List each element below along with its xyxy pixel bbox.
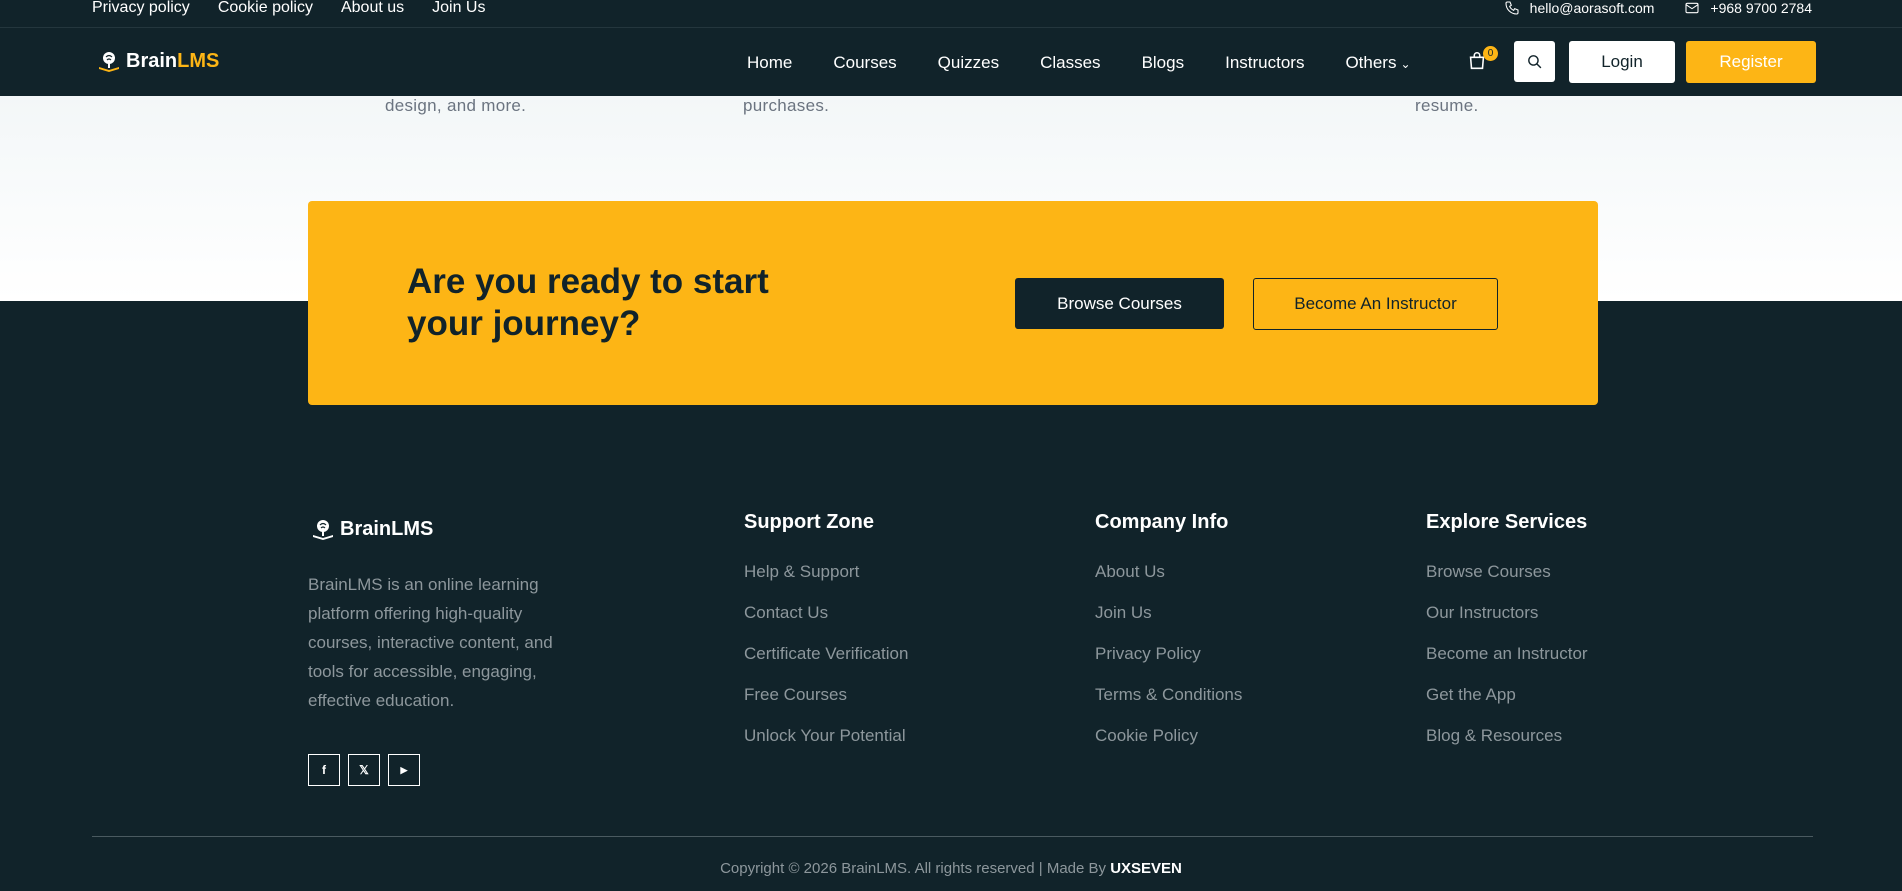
social-links: f 𝕏 ▶ (308, 754, 420, 786)
chevron-down-icon: ⌄ (1400, 57, 1411, 71)
youtube-icon[interactable]: ▶ (388, 754, 420, 786)
top-link-join-us[interactable]: Join Us (432, 0, 485, 16)
contact-phone[interactable]: +968 9700 2784 (1684, 0, 1812, 16)
footer-link[interactable]: Get the App (1426, 685, 1588, 726)
footer-column-title: Explore Services (1426, 511, 1588, 533)
phone-icon (1505, 1, 1519, 15)
footer-logo[interactable]: BrainLMS (310, 516, 433, 542)
cart-button[interactable]: 0 (1466, 46, 1498, 74)
brain-book-logo-icon (313, 520, 333, 540)
footer-link[interactable]: Become an Instructor (1426, 644, 1588, 685)
become-instructor-button[interactable]: Become An Instructor (1253, 278, 1498, 330)
mail-icon (1685, 2, 1699, 14)
search-button[interactable] (1514, 41, 1555, 82)
contact-phone-text: +968 9700 2784 (1710, 0, 1812, 16)
login-button[interactable]: Login (1569, 41, 1675, 83)
copyright-maker-link[interactable]: UXSEVEN (1110, 860, 1182, 877)
brain-book-logo-icon (99, 52, 119, 72)
top-link-cookie-policy[interactable]: Cookie policy (218, 0, 313, 16)
footer-column-title: Company Info (1095, 511, 1229, 533)
nav-item-classes[interactable]: Classes (1040, 53, 1100, 73)
register-button[interactable]: Register (1686, 41, 1816, 83)
footer-link[interactable]: Privacy Policy (1095, 644, 1242, 685)
footer-link[interactable]: Free Courses (744, 685, 908, 726)
nav-item-courses[interactable]: Courses (833, 53, 896, 73)
site-logo[interactable]: Brain LMS (96, 48, 219, 74)
x-twitter-icon[interactable]: 𝕏 (348, 754, 380, 786)
nav-menu: Home Courses Quizzes Classes Blogs Instr… (747, 53, 1411, 73)
footer-link[interactable]: Browse Courses (1426, 562, 1588, 603)
logo-text-lms: LMS (177, 49, 220, 72)
footer-link[interactable]: Contact Us (744, 603, 908, 644)
footer-link[interactable]: Our Instructors (1426, 603, 1588, 644)
footer-column-explore-services: Explore Services Browse Courses Our Inst… (1426, 511, 1588, 767)
facebook-icon[interactable]: f (308, 754, 340, 786)
copyright: Copyright © 2026 BrainLMS. All rights re… (0, 860, 1902, 877)
footer-column-company-info: Company Info About Us Join Us Privacy Po… (1095, 511, 1242, 767)
footer-link[interactable]: Cookie Policy (1095, 726, 1242, 767)
footer-column-support-zone: Support Zone Help & Support Contact Us C… (744, 511, 908, 767)
search-icon (1528, 55, 1542, 69)
browse-courses-button[interactable]: Browse Courses (1015, 278, 1224, 329)
footer-link[interactable]: Blog & Resources (1426, 726, 1588, 767)
nav-item-instructors[interactable]: Instructors (1225, 53, 1304, 73)
footer-link[interactable]: Terms & Conditions (1095, 685, 1242, 726)
nav-item-quizzes[interactable]: Quizzes (938, 53, 999, 73)
top-link-privacy-policy[interactable]: Privacy policy (92, 0, 190, 16)
footer-logo-text: BrainLMS (340, 517, 434, 540)
top-links: Privacy policy Cookie policy About us Jo… (92, 0, 485, 16)
nav-item-blogs[interactable]: Blogs (1142, 53, 1185, 73)
footer-column-title: Support Zone (744, 511, 874, 533)
footer-link[interactable]: Certificate Verification (744, 644, 908, 685)
top-link-about-us[interactable]: About us (341, 0, 404, 16)
nav-item-others-label: Others (1345, 53, 1397, 72)
nav-item-home[interactable]: Home (747, 53, 792, 73)
main-navbar: Brain LMS Home Courses Quizzes Classes Bl… (0, 28, 1902, 96)
footer-divider (92, 836, 1813, 837)
copyright-text: Copyright © 2026 BrainLMS. All rights re… (720, 860, 1111, 877)
footer-link[interactable]: About Us (1095, 562, 1242, 603)
nav-item-others-dropdown[interactable]: Others ⌄ (1345, 53, 1410, 73)
footer-link[interactable]: Help & Support (744, 562, 908, 603)
logo-text-brain: Brain (126, 49, 178, 72)
contact-email-text: hello@aorasoft.com (1529, 0, 1655, 16)
footer-link[interactable]: Join Us (1095, 603, 1242, 644)
feature-description-tail: design, and more. (385, 96, 527, 115)
cta-heading: Are you ready to start your journey? (407, 262, 769, 343)
feature-description-tail: purchases. (743, 96, 830, 115)
cta-banner: Are you ready to start your journey? Bro… (308, 201, 1598, 405)
footer-link[interactable]: Unlock Your Potential (744, 726, 908, 767)
top-contact: hello@aorasoft.com +968 9700 2784 (1504, 0, 1812, 16)
cart-count-badge: 0 (1483, 46, 1498, 61)
footer-description: BrainLMS is an online learning platform … (308, 575, 553, 710)
contact-email[interactable]: hello@aorasoft.com (1504, 0, 1655, 16)
feature-description-tail: resume. (1415, 96, 1479, 115)
top-bar: Privacy policy Cookie policy About us Jo… (0, 0, 1902, 28)
